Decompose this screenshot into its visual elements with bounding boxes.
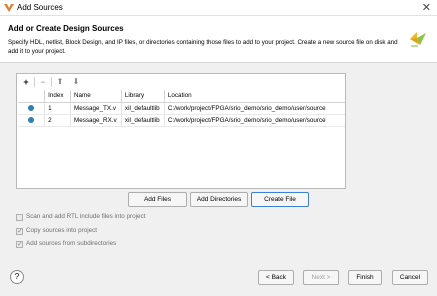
source-file-list[interactable]: + − ⬆ ⬇ Index Name Library Location 1 Me… bbox=[16, 73, 346, 189]
vivado-logo-icon bbox=[410, 32, 426, 47]
add-subdirs-checkbox[interactable] bbox=[16, 240, 23, 248]
index-cell: 2 bbox=[44, 114, 71, 127]
location-cell: C:/work/project/FPGA/srio_demo/srio_demo… bbox=[164, 102, 345, 115]
create-file-button[interactable]: Create File bbox=[251, 192, 309, 207]
column-header-library[interactable]: Library bbox=[121, 90, 165, 103]
page-heading: Add or Create Design Sources bbox=[8, 24, 124, 33]
library-cell[interactable]: xil_defaultlib bbox=[121, 114, 165, 127]
status-cell bbox=[18, 114, 46, 127]
copy-sources-checkbox[interactable] bbox=[16, 227, 23, 235]
back-button[interactable]: < Back bbox=[258, 270, 294, 285]
location-cell: C:/work/project/FPGA/srio_demo/srio_demo… bbox=[164, 114, 345, 127]
add-subdirs-label: Add sources from subdirectories bbox=[26, 240, 117, 247]
index-cell: 1 bbox=[44, 102, 71, 115]
sources-table: Index Name Library Location 1 Message_TX… bbox=[18, 90, 345, 127]
window-title: Add Sources bbox=[17, 3, 63, 12]
source-status-icon bbox=[28, 116, 35, 123]
wizard-header: Add or Create Design Sources Specify HDL… bbox=[0, 16, 437, 63]
table-row[interactable]: 2 Message_RX.v xil_defaultlib C:/work/pr… bbox=[18, 114, 345, 127]
name-cell: Message_TX.v bbox=[70, 102, 122, 115]
remove-source-icon[interactable]: − bbox=[37, 76, 49, 88]
finish-button[interactable]: Finish bbox=[348, 270, 382, 285]
list-toolbar: + − ⬆ ⬇ bbox=[17, 74, 345, 90]
vivado-app-icon bbox=[4, 4, 14, 12]
scan-rtl-checkbox[interactable] bbox=[16, 214, 23, 221]
scan-rtl-label: Scan and add RTL include files into proj… bbox=[26, 213, 146, 220]
next-button[interactable]: Next > bbox=[303, 270, 339, 285]
name-cell: Message_RX.v bbox=[70, 114, 122, 127]
add-directories-button[interactable]: Add Directories bbox=[190, 192, 248, 207]
move-up-icon[interactable]: ⬆ bbox=[54, 76, 66, 88]
add-source-icon[interactable]: + bbox=[20, 76, 32, 88]
title-bar: Add Sources ✕ bbox=[0, 0, 437, 16]
column-header-name[interactable]: Name bbox=[70, 90, 122, 103]
column-header-index[interactable]: Index bbox=[44, 90, 71, 103]
table-header-row: Index Name Library Location bbox=[18, 90, 345, 103]
copy-sources-label: Copy sources into project bbox=[26, 227, 98, 234]
move-down-icon[interactable]: ⬇ bbox=[70, 76, 82, 88]
column-header-status bbox=[18, 90, 46, 103]
help-button[interactable]: ? bbox=[10, 270, 24, 284]
table-row[interactable]: 1 Message_TX.v xil_defaultlib C:/work/pr… bbox=[18, 102, 345, 115]
toolbar-divider bbox=[34, 77, 35, 87]
toolbar-divider bbox=[51, 77, 52, 87]
status-cell bbox=[18, 102, 46, 115]
column-header-location[interactable]: Location bbox=[164, 90, 345, 103]
cancel-button[interactable]: Cancel bbox=[392, 270, 428, 285]
close-icon[interactable]: ✕ bbox=[422, 1, 431, 14]
library-cell[interactable]: xil_defaultlib bbox=[121, 102, 165, 115]
add-files-button[interactable]: Add Files bbox=[128, 192, 187, 207]
page-description: Specify HDL, netlist, Block Design, and … bbox=[8, 39, 398, 55]
source-status-icon bbox=[28, 104, 35, 111]
